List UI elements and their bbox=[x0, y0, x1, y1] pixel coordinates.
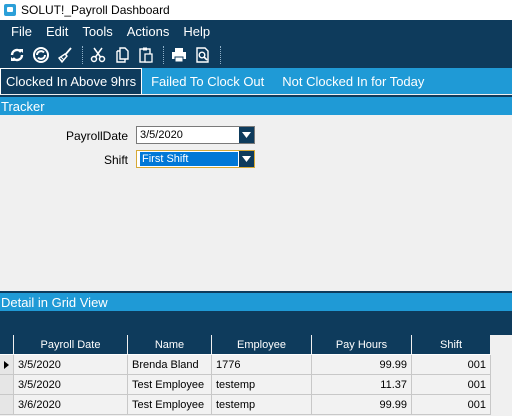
table-row[interactable]: 3/5/2020 Test Employee testemp 11.37 001 bbox=[0, 375, 512, 395]
tab-bar: Clocked In Above 9hrs Failed To Clock Ou… bbox=[0, 68, 512, 94]
row-indicator bbox=[0, 375, 14, 395]
app-icon bbox=[4, 4, 16, 16]
print-icon[interactable] bbox=[168, 44, 190, 66]
row-indicator bbox=[0, 395, 14, 415]
toolbar bbox=[0, 42, 512, 68]
current-row-icon bbox=[0, 355, 14, 375]
sync-icon[interactable] bbox=[30, 44, 52, 66]
cell-shift[interactable]: 001 bbox=[412, 395, 491, 415]
grid-group-panel bbox=[0, 311, 512, 335]
table-row[interactable]: 3/6/2020 Test Employee testemp 99.99 001 bbox=[0, 395, 512, 415]
grid-filler bbox=[491, 375, 512, 395]
cell-name[interactable]: Test Employee bbox=[128, 375, 212, 395]
payroll-date-value: 3/5/2020 bbox=[140, 129, 183, 141]
cell-payroll-date[interactable]: 3/6/2020 bbox=[14, 395, 128, 415]
cell-pay-hours[interactable]: 99.99 bbox=[312, 355, 412, 375]
tracker-header: Tracker bbox=[0, 95, 512, 115]
cell-name[interactable]: Brenda Bland bbox=[128, 355, 212, 375]
column-header-employee[interactable]: Employee bbox=[212, 335, 312, 355]
cell-pay-hours[interactable]: 99.99 bbox=[312, 395, 412, 415]
cell-employee[interactable]: testemp bbox=[212, 375, 312, 395]
cell-employee[interactable]: testemp bbox=[212, 395, 312, 415]
grid-column-headers: Payroll Date Name Employee Pay Hours Shi… bbox=[0, 335, 512, 355]
row-indicator-header bbox=[0, 335, 14, 355]
broom-icon[interactable] bbox=[54, 44, 76, 66]
cell-payroll-date[interactable]: 3/5/2020 bbox=[14, 355, 128, 375]
cell-payroll-date[interactable]: 3/5/2020 bbox=[14, 375, 128, 395]
toolbar-separator bbox=[82, 46, 83, 64]
payroll-date-label: PayrollDate bbox=[65, 129, 128, 143]
copy-icon[interactable] bbox=[111, 44, 133, 66]
shift-label: Shift bbox=[103, 153, 128, 167]
cell-shift[interactable]: 001 bbox=[412, 375, 491, 395]
column-header-name[interactable]: Name bbox=[128, 335, 212, 355]
tab-failed-to-clock-out[interactable]: Failed To Clock Out bbox=[142, 68, 273, 94]
cell-employee[interactable]: 1776 bbox=[212, 355, 312, 375]
cut-icon[interactable] bbox=[87, 44, 109, 66]
menu-help[interactable]: Help bbox=[176, 24, 217, 39]
column-header-shift[interactable]: Shift bbox=[412, 335, 491, 355]
column-header-payroll-date[interactable]: Payroll Date bbox=[14, 335, 128, 355]
cell-pay-hours[interactable]: 11.37 bbox=[312, 375, 412, 395]
grid-filler bbox=[491, 355, 512, 375]
menu-bar: File Edit Tools Actions Help bbox=[0, 20, 512, 42]
payroll-date-dropdown[interactable]: 3/5/2020 bbox=[136, 126, 255, 144]
menu-edit[interactable]: Edit bbox=[39, 24, 75, 39]
menu-tools[interactable]: Tools bbox=[75, 24, 119, 39]
cell-name[interactable]: Test Employee bbox=[128, 395, 212, 415]
grid-filler bbox=[491, 335, 512, 355]
menu-actions[interactable]: Actions bbox=[120, 24, 177, 39]
chevron-down-icon[interactable] bbox=[239, 127, 254, 143]
grid-filler bbox=[491, 395, 512, 415]
chevron-down-icon[interactable] bbox=[239, 151, 254, 167]
window-title: SOLUT!_Payroll Dashboard bbox=[21, 3, 170, 17]
column-header-pay-hours[interactable]: Pay Hours bbox=[312, 335, 412, 355]
data-grid: Payroll Date Name Employee Pay Hours Shi… bbox=[0, 335, 512, 416]
paste-icon[interactable] bbox=[135, 44, 157, 66]
toolbar-separator bbox=[220, 46, 221, 64]
tracker-panel: PayrollDate 3/5/2020 Shift First Shift bbox=[0, 115, 512, 291]
toolbar-separator bbox=[163, 46, 164, 64]
print-preview-icon[interactable] bbox=[192, 44, 214, 66]
refresh-icon[interactable] bbox=[6, 44, 28, 66]
menu-file[interactable]: File bbox=[4, 24, 39, 39]
title-bar: SOLUT!_Payroll Dashboard bbox=[0, 0, 512, 20]
shift-value: First Shift bbox=[140, 152, 238, 166]
shift-dropdown[interactable]: First Shift bbox=[136, 150, 255, 168]
tab-not-clocked-in-today[interactable]: Not Clocked In for Today bbox=[273, 68, 433, 94]
tab-clocked-in-above-9hrs[interactable]: Clocked In Above 9hrs bbox=[0, 68, 143, 94]
table-row[interactable]: 3/5/2020 Brenda Bland 1776 99.99 001 bbox=[0, 355, 512, 375]
grid-header-bar: Detail in Grid View bbox=[0, 291, 512, 311]
cell-shift[interactable]: 001 bbox=[412, 355, 491, 375]
